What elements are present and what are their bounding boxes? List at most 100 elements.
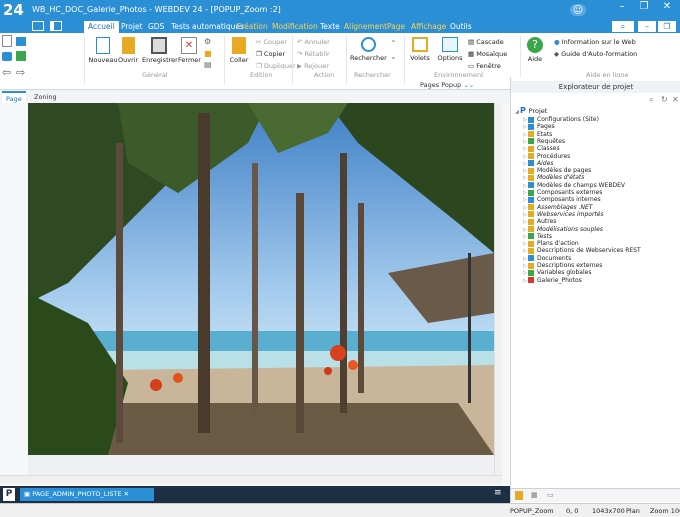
dupliquer-button[interactable]: ❐ Dupliquer	[256, 62, 296, 70]
cascade-button[interactable]: ▤ Cascade	[468, 38, 504, 46]
tree-item-icon	[528, 269, 534, 276]
pages-popup-dropdown[interactable]: Pages Popup ⌄⌄	[420, 81, 474, 93]
menu-affichage[interactable]: Affichage	[407, 21, 450, 33]
print-icon[interactable]: ▤	[204, 60, 212, 69]
info-web-button[interactable]: ● Information sur le Web	[554, 38, 636, 46]
menu-accueil[interactable]: Accueil	[84, 21, 119, 33]
photo-canvas[interactable]	[28, 103, 494, 455]
menu-outils[interactable]: Outils	[446, 21, 476, 33]
fermer-label: Fermer	[178, 56, 201, 64]
tree-item-icon	[528, 123, 534, 130]
annuler-label: Annuler	[304, 38, 330, 46]
ribbon-restore-icon[interactable]: ❐	[658, 21, 676, 32]
settings-icon[interactable]: ⚙	[204, 37, 211, 46]
nouveau-label: Nouveau	[88, 56, 118, 64]
tree-item-label: Requêtes	[537, 137, 566, 145]
tree-item-label: Pages	[537, 123, 555, 131]
ribbon-minimize-icon[interactable]: –	[638, 21, 656, 32]
user-icon[interactable]: ☺	[570, 4, 586, 16]
guide-button[interactable]: ◆ Guide d'Auto-formation	[554, 50, 637, 58]
page-icon[interactable]	[16, 37, 26, 46]
database-icon[interactable]	[2, 52, 12, 61]
fenetre-button[interactable]: ▭ Fenêtre	[468, 62, 501, 70]
view-tab-icon[interactable]: ▭	[547, 491, 554, 499]
rejouer-button[interactable]: ▶ Rejouer	[297, 62, 329, 70]
tree-item[interactable]: ▷ Galerie_Photos	[523, 277, 582, 285]
menu-page[interactable]: Page	[383, 21, 409, 33]
project-explorer-panel: Explorateur de projet ⌕ ↻ ✕ ◢P Projet ▷ C…	[510, 77, 680, 503]
page-editor[interactable]	[0, 103, 510, 485]
tree-item-label: Classes	[537, 145, 560, 153]
volets-label: Volets	[410, 54, 430, 62]
group-environnement: Environnement	[434, 71, 484, 79]
lock-icon[interactable]: ■	[204, 49, 212, 58]
tree-item-icon	[528, 262, 534, 269]
menu-projet[interactable]: Projet	[117, 21, 147, 33]
menu-modification[interactable]: Modification	[268, 21, 322, 33]
open-documents-bar: P ▣ PAGE_ADMIN_PHOTO_LISTE ✕ ≡	[0, 486, 510, 503]
enregistrer-button[interactable]: Enregistrer	[142, 37, 178, 64]
volets-button[interactable]: Volets	[408, 37, 432, 62]
guide-label: Guide d'Auto-formation	[561, 50, 638, 58]
panes-icon	[412, 37, 428, 52]
mosaique-button[interactable]: ▦ Mosaïque	[468, 50, 507, 58]
coller-button[interactable]: Coller	[228, 37, 250, 64]
rechercher-button[interactable]: Rechercher	[350, 37, 387, 62]
tree-item-label: Descriptions de Webservices REST	[537, 247, 641, 255]
project-p-icon[interactable]: P	[3, 488, 15, 501]
quick-access-layout-icon[interactable]	[50, 21, 62, 31]
paste-icon	[232, 37, 246, 54]
doc-tab-page-admin[interactable]: ▣ PAGE_ADMIN_PHOTO_LISTE ✕	[20, 488, 154, 501]
tree-item-label: Modèles de champs WEBDEV	[537, 181, 625, 189]
close-icon[interactable]: ✕	[672, 95, 679, 104]
minimize-button[interactable]: –	[611, 0, 633, 14]
tree-item-label: Variables globales	[537, 269, 592, 277]
retablir-button[interactable]: ↷ Rétablir	[297, 50, 330, 58]
canvas-footer-area	[28, 455, 494, 475]
tab-page[interactable]: Page	[2, 91, 26, 103]
copier-label: Copier	[263, 50, 286, 58]
annuler-button[interactable]: ↶ Annuler	[297, 38, 330, 46]
close-tab-icon[interactable]: ✕	[122, 490, 129, 498]
refresh-icon[interactable]: ↻	[661, 95, 668, 104]
explorer-tab-icon[interactable]	[515, 491, 523, 500]
tab-zoning[interactable]: Zoning	[30, 91, 61, 103]
save-icon	[151, 37, 167, 54]
maximize-button[interactable]: ❐	[633, 0, 655, 14]
tree-item-icon	[528, 240, 534, 247]
vertical-scrollbar[interactable]	[494, 103, 502, 475]
status-element-name: POPUP_Zoom	[510, 507, 554, 515]
quick-access-grid-icon[interactable]	[32, 21, 44, 31]
table-icon[interactable]	[16, 51, 26, 61]
menu-icon[interactable]: ≡	[494, 488, 502, 498]
window-title: WB_HC_DOC_Galerie_Photos - WEBDEV 24 - […	[32, 5, 281, 14]
options-button[interactable]: Options	[436, 37, 464, 62]
separator	[292, 36, 293, 84]
menu-gds[interactable]: GDS	[144, 21, 168, 33]
tree-item-label: Autres	[537, 218, 557, 226]
chevron-up-icon[interactable]: ⌃	[390, 39, 397, 48]
couper-button[interactable]: ✂ Couper	[256, 38, 287, 46]
chevron-down-icon[interactable]: ⌄	[390, 52, 397, 61]
menu-creation[interactable]: Création	[232, 21, 272, 33]
back-icon[interactable]: ⇦	[2, 67, 11, 78]
info-web-label: Information sur le Web	[561, 38, 636, 46]
search-icon[interactable]: ⌕	[612, 21, 634, 32]
fermer-button[interactable]: ✕ Fermer	[178, 37, 201, 64]
forward-icon[interactable]: ⇨	[16, 67, 25, 78]
copier-button[interactable]: ❐ Copier	[256, 50, 285, 58]
horizontal-scrollbar[interactable]	[0, 475, 502, 484]
search-icon[interactable]: ⌕	[649, 95, 653, 105]
tree-root[interactable]: ◢P Projet	[515, 107, 547, 116]
close-button[interactable]: ✕	[656, 0, 678, 14]
couper-label: Couper	[263, 38, 287, 46]
tree-item-icon	[528, 233, 534, 240]
nouveau-button[interactable]: Nouveau	[88, 37, 118, 64]
ouvrir-button[interactable]: Ouvrir	[118, 37, 138, 64]
coller-label: Coller	[229, 56, 249, 64]
catalog-tab-icon[interactable]: ▦	[531, 491, 538, 499]
tree-item-icon	[528, 204, 534, 211]
new-doc-icon[interactable]	[2, 35, 12, 47]
aide-button[interactable]: ? Aide	[524, 37, 546, 63]
explorer-footer: ▦ ▭	[511, 488, 680, 502]
